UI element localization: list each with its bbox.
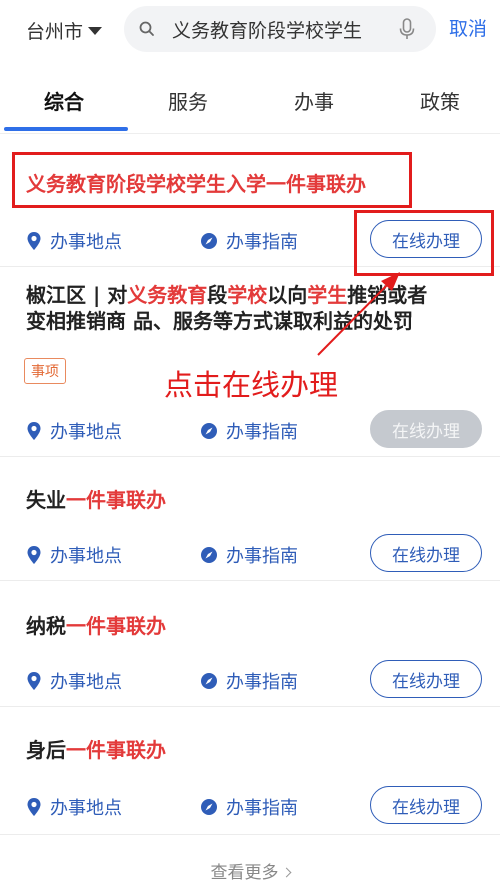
online-handle-button[interactable]: 在线办理 <box>370 786 482 824</box>
location-link[interactable]: 办事地点 <box>26 228 122 254</box>
search-icon <box>139 21 154 36</box>
online-handle-button[interactable]: 在线办理 <box>370 660 482 698</box>
online-handle-button[interactable]: 在线办理 <box>370 534 482 572</box>
view-more-link[interactable]: 查看更多 <box>0 858 500 883</box>
chevron-right-icon <box>281 867 291 878</box>
divider <box>0 834 500 835</box>
location-pin-icon <box>27 422 41 440</box>
compass-icon <box>201 673 217 689</box>
annotation-box-title <box>12 152 412 208</box>
tab-comprehensive[interactable]: 综合 <box>44 86 84 115</box>
microphone-icon[interactable] <box>398 17 416 41</box>
divider <box>0 580 500 581</box>
search-bar[interactable]: 义务教育阶段学校学生 <box>124 6 436 52</box>
location-pin-icon <box>27 232 41 250</box>
cancel-button[interactable]: 取消 <box>449 14 487 41</box>
city-label: 台州市 <box>26 20 84 43</box>
result-title[interactable]: 椒江区 | 对义务教育段学校以向学生推销或者 变相推销商 品、服务等方式谋取利益… <box>26 282 496 340</box>
caret-down-icon <box>88 27 103 35</box>
guide-link[interactable]: 办事指南 <box>200 228 298 254</box>
location-link[interactable]: 办事地点 <box>26 418 122 444</box>
search-input[interactable]: 义务教育阶段学校学生 <box>172 16 390 43</box>
compass-icon <box>201 233 217 249</box>
result-title[interactable]: 纳税一件事联办 <box>26 610 166 639</box>
location-pin-icon <box>27 798 41 816</box>
location-pin-icon <box>27 546 41 564</box>
tab-bar: 综合 服务 办事 政策 <box>0 78 500 132</box>
tab-affairs[interactable]: 办事 <box>294 86 334 115</box>
item-type-tag: 事项 <box>24 358 66 384</box>
guide-link[interactable]: 办事指南 <box>200 794 298 820</box>
annotation-box-button <box>354 210 494 276</box>
online-handle-button-disabled: 在线办理 <box>370 410 482 448</box>
tab-services[interactable]: 服务 <box>168 86 208 115</box>
location-link[interactable]: 办事地点 <box>26 668 122 694</box>
compass-icon <box>201 547 217 563</box>
result-title[interactable]: 身后一件事联办 <box>26 734 166 763</box>
guide-link[interactable]: 办事指南 <box>200 542 298 568</box>
tab-policy[interactable]: 政策 <box>420 86 460 115</box>
action-row: 办事地点 办事指南 在线办理 <box>0 786 500 826</box>
annotation-label: 点击在线办理 <box>164 368 339 402</box>
divider <box>0 456 500 457</box>
action-row: 办事地点 办事指南 在线办理 <box>0 660 500 700</box>
action-row: 办事地点 办事指南 在线办理 <box>0 410 500 450</box>
guide-link[interactable]: 办事指南 <box>200 668 298 694</box>
action-row: 办事地点 办事指南 在线办理 <box>0 534 500 574</box>
compass-icon <box>201 423 217 439</box>
compass-icon <box>201 799 217 815</box>
location-link[interactable]: 办事地点 <box>26 794 122 820</box>
active-tab-indicator <box>4 127 128 131</box>
location-link[interactable]: 办事地点 <box>26 542 122 568</box>
top-bar: 台州市 义务教育阶段学校学生 取消 <box>0 0 500 62</box>
result-title[interactable]: 失业一件事联办 <box>26 484 166 513</box>
divider <box>0 706 500 707</box>
city-selector[interactable]: 台州市 <box>26 14 103 46</box>
divider <box>0 133 500 134</box>
guide-link[interactable]: 办事指南 <box>200 418 298 444</box>
location-pin-icon <box>27 672 41 690</box>
